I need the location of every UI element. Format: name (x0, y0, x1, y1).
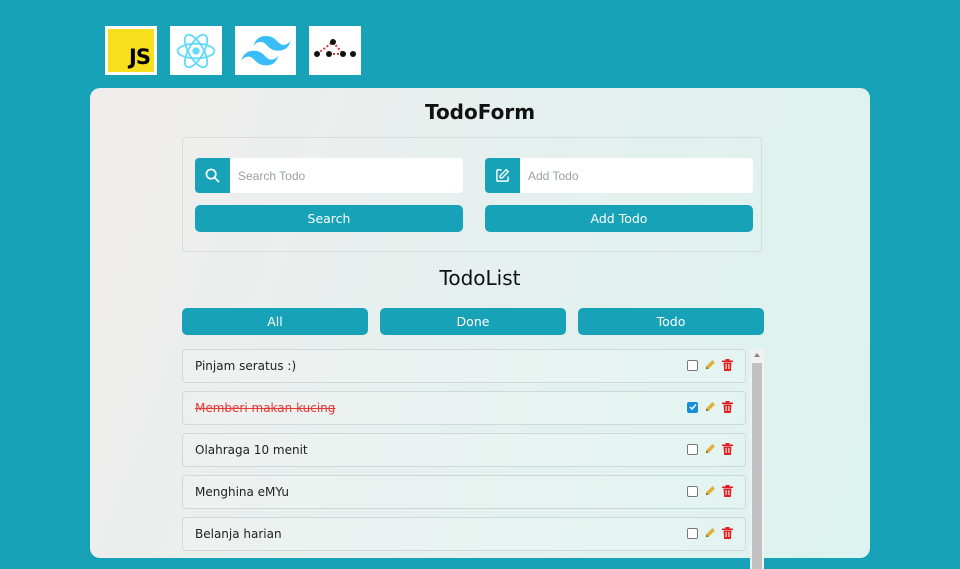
edit-icon[interactable] (704, 401, 716, 413)
list-item: Pinjam seratus :) (182, 349, 746, 383)
list-item: Olahraga 10 menit (182, 433, 746, 467)
react-icon (176, 33, 216, 68)
list-item: Belanja harian (182, 517, 746, 551)
graph-logo (309, 26, 361, 75)
search-group (195, 158, 463, 193)
todo-text: Belanja harian (195, 527, 282, 541)
filter-todo-button[interactable]: Todo (578, 308, 764, 335)
delete-icon[interactable] (722, 359, 733, 371)
scroll-up-icon[interactable] (753, 351, 761, 359)
list-scrollbar[interactable] (750, 349, 764, 569)
scrollbar-thumb[interactable] (752, 363, 762, 569)
edit-icon[interactable] (704, 485, 716, 497)
search-input[interactable] (230, 158, 463, 193)
done-checkbox[interactable] (687, 485, 698, 497)
add-group (485, 158, 753, 193)
edit-icon[interactable] (704, 527, 716, 539)
edit-icon (485, 158, 520, 193)
todo-text: Olahraga 10 menit (195, 443, 308, 457)
filter-done-button[interactable]: Done (380, 308, 566, 335)
tailwind-icon (240, 35, 291, 65)
edit-icon[interactable] (704, 443, 716, 455)
todo-text: Pinjam seratus :) (195, 359, 297, 373)
javascript-logo-text: JS (129, 45, 151, 69)
delete-icon[interactable] (722, 401, 733, 413)
filter-bar: All Done Todo (182, 308, 764, 335)
react-logo (170, 26, 222, 75)
tailwind-logo (235, 26, 296, 75)
logo-bar: JS (105, 26, 361, 75)
todo-text: Menghina eMYu (195, 485, 289, 499)
done-checkbox[interactable] (687, 359, 698, 371)
todo-form: Search Add Todo (182, 137, 762, 252)
list-item: Menghina eMYu (182, 475, 746, 509)
graph-icon (314, 38, 356, 57)
done-checkbox[interactable] (687, 401, 698, 413)
list-item: Memberi makan kucing (182, 391, 746, 425)
javascript-logo: JS (105, 26, 157, 75)
filter-all-button[interactable]: All (182, 308, 368, 335)
todo-text: Memberi makan kucing (195, 401, 336, 415)
search-button[interactable]: Search (195, 205, 463, 232)
delete-icon[interactable] (722, 443, 733, 455)
edit-icon[interactable] (704, 359, 716, 371)
add-todo-button[interactable]: Add Todo (485, 205, 753, 232)
done-checkbox[interactable] (687, 443, 698, 455)
list-title: TodoList (439, 266, 521, 290)
form-title: TodoForm (424, 100, 536, 124)
todo-card: TodoForm Search Add Todo TodoList All Do… (90, 88, 870, 569)
todo-list: Pinjam seratus :) Memberi makan kucing O… (182, 349, 764, 569)
done-checkbox[interactable] (687, 527, 698, 539)
search-icon (195, 158, 230, 193)
delete-icon[interactable] (722, 527, 733, 539)
add-todo-input[interactable] (520, 158, 753, 193)
delete-icon[interactable] (722, 485, 733, 497)
